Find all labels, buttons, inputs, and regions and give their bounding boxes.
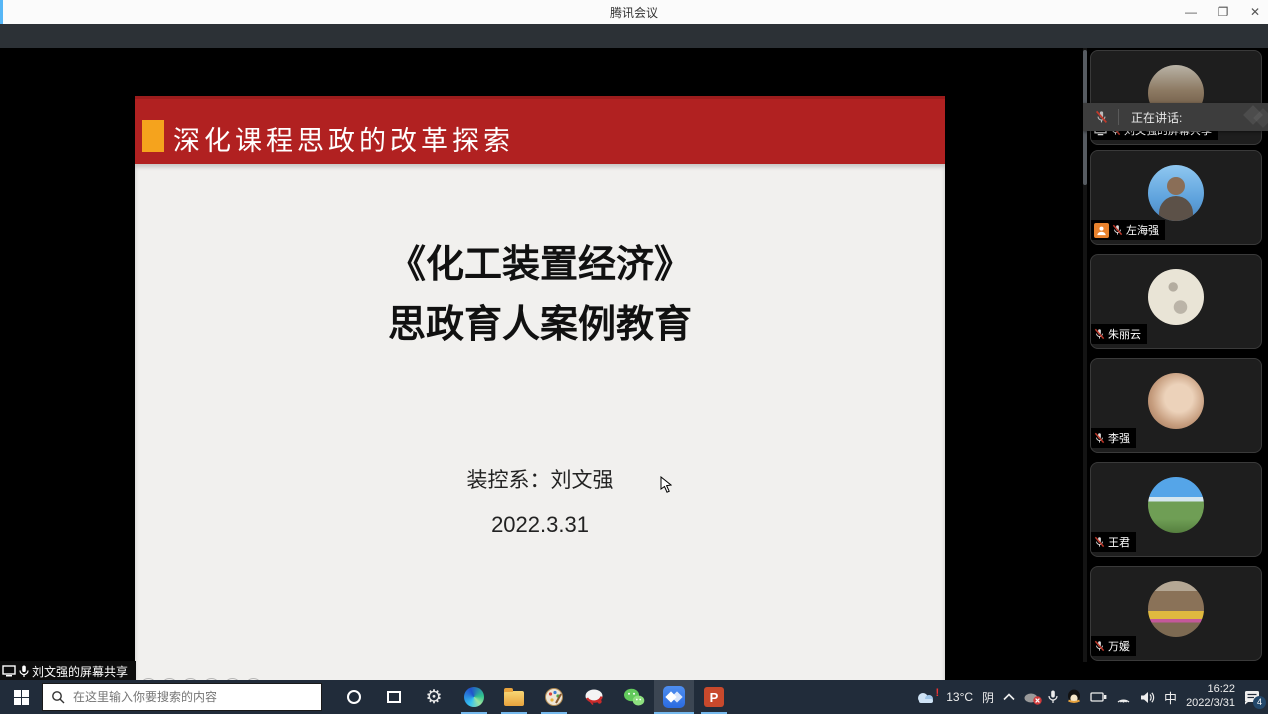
windows-logo-icon [14,690,29,705]
monitor-icon [2,665,16,677]
slide-header-accent-square [142,120,164,152]
participant-name: 万媛 [1108,638,1130,654]
slide-header-bar: 深化课程思政的改革探索 [135,96,945,164]
gear-icon: ⚙ [425,686,442,709]
mic-muted-icon [1095,110,1108,124]
signal-icon[interactable] [1116,691,1131,704]
speaking-label: 正在讲话: [1131,109,1182,126]
slide-date: 2022.3.31 [135,512,945,538]
start-button[interactable] [0,680,42,714]
slide-title-line2: 思政育人案例教育 [135,294,945,354]
close-button[interactable]: ✕ [1248,5,1262,19]
mic-icon [19,665,29,678]
screen: 腾讯会议 — ❐ ✕ 深化课程思政的改革探索 《化工装置经济》 思政育人案例教育… [0,0,1268,714]
avatar [1148,373,1204,429]
clock-time: 16:22 [1186,683,1235,697]
mouse-cursor [660,476,672,494]
action-center-button[interactable]: 4 [1244,690,1260,705]
speaker-icon[interactable] [1140,691,1155,704]
screen-share-banner: 刘文强的屏幕共享 [0,661,136,681]
display-device-icon[interactable] [1090,691,1107,703]
participant-tile[interactable]: 左海强 [1090,150,1262,245]
participant-name: 朱丽云 [1108,326,1141,342]
paint-palette-icon [544,687,564,707]
slide-header-title: 深化课程思政的改革探索 [173,119,514,158]
settings-app-button[interactable]: ⚙ [414,680,454,714]
tray-mic-icon[interactable] [1048,690,1058,704]
task-view-button[interactable] [374,680,414,714]
tray-clock[interactable]: 16:22 2022/3/31 [1186,683,1235,711]
window-titlebar: 腾讯会议 — ❐ ✕ [0,0,1268,24]
slide-main-title: 《化工装置经济》 思政育人案例教育 [135,234,945,354]
avatar [1148,165,1204,221]
restore-button[interactable]: ❐ [1216,5,1230,19]
mic-muted-icon [1094,640,1105,652]
qq-icon[interactable] [1067,689,1081,705]
powerpoint-app-button[interactable]: P [694,680,734,714]
onedrive-status-icon[interactable] [1024,691,1039,703]
slide-title-line1: 《化工装置经济》 [135,234,945,294]
screen-share-stage: 深化课程思政的改革探索 《化工装置经济》 思政育人案例教育 装控系：刘文强 20… [0,48,1083,662]
avatar [1148,477,1204,533]
participant-name-tag: 王君 [1091,532,1136,552]
windows-taskbar: ⚙ P ! 13°C 阴 [0,680,1268,714]
taskbar-search[interactable] [42,683,322,711]
cortana-button[interactable] [334,680,374,714]
edge-icon [464,687,484,707]
search-input[interactable] [73,690,303,704]
mic-muted-icon [1094,432,1105,444]
ime-indicator[interactable]: 中 [1164,688,1177,707]
weather-temp[interactable]: 13°C [946,690,973,704]
divider [1118,109,1119,125]
tray-expand-icon[interactable] [1003,693,1015,701]
participant-name: 李强 [1108,430,1130,446]
wechat-app-button[interactable] [614,680,654,714]
attendee-badge-icon [1094,223,1109,238]
clock-date: 2022/3/31 [1186,697,1235,711]
window-title: 腾讯会议 [0,4,1268,21]
slide-author: 装控系：刘文强 [135,464,945,494]
participant-name-tag: 万媛 [1091,636,1136,656]
participant-name: 王君 [1108,534,1130,550]
participant-tile[interactable]: 万媛 [1090,566,1262,661]
notification-count-badge: 4 [1253,696,1266,709]
edge-app-button[interactable] [454,680,494,714]
cortana-icon [347,690,361,704]
wechat-icon [623,688,645,707]
share-banner-text: 刘文强的屏幕共享 [32,663,128,680]
participant-tile[interactable]: 李强 [1090,358,1262,453]
weather-icon[interactable]: ! [915,690,937,705]
participant-tile[interactable]: 王君 [1090,462,1262,557]
capture-app-icon [584,688,605,706]
tencent-meeting-app-button[interactable] [654,680,694,714]
capture-app-button[interactable] [574,680,614,714]
panel-scrollbar[interactable] [1083,48,1087,662]
participant-name-tag: 李强 [1091,428,1136,448]
weather-alert-badge: ! [936,687,940,699]
avatar [1148,581,1204,637]
participant-tile[interactable]: 朱丽云 [1090,254,1262,349]
speaking-indicator: 正在讲话: [1083,103,1268,131]
shared-slide: 深化课程思政的改革探索 《化工装置经济》 思政育人案例教育 装控系：刘文强 20… [135,96,945,705]
weather-condition[interactable]: 阴 [982,689,994,706]
search-icon [51,690,65,704]
system-tray: ! 13°C 阴 中 16:22 2022/3/31 4 [915,683,1268,711]
mic-muted-icon [1112,224,1123,236]
participant-name: 左海强 [1126,222,1159,238]
participant-name-tag: 左海强 [1091,220,1165,240]
mic-muted-icon [1094,536,1105,548]
folder-icon [504,691,524,706]
tencent-meeting-icon [663,686,685,708]
minimize-button[interactable]: — [1184,5,1198,19]
task-view-icon [387,691,401,703]
paint-app-button[interactable] [534,680,574,714]
meeting-top-toolbar [0,24,1268,48]
avatar [1148,269,1204,325]
powerpoint-icon: P [704,687,724,707]
file-explorer-button[interactable] [494,680,534,714]
participants-panel: 刘文强的屏幕共享 正在讲话: 左海强 朱丽云 [1083,48,1268,680]
mic-muted-icon [1094,328,1105,340]
participant-name-tag: 朱丽云 [1091,324,1147,344]
